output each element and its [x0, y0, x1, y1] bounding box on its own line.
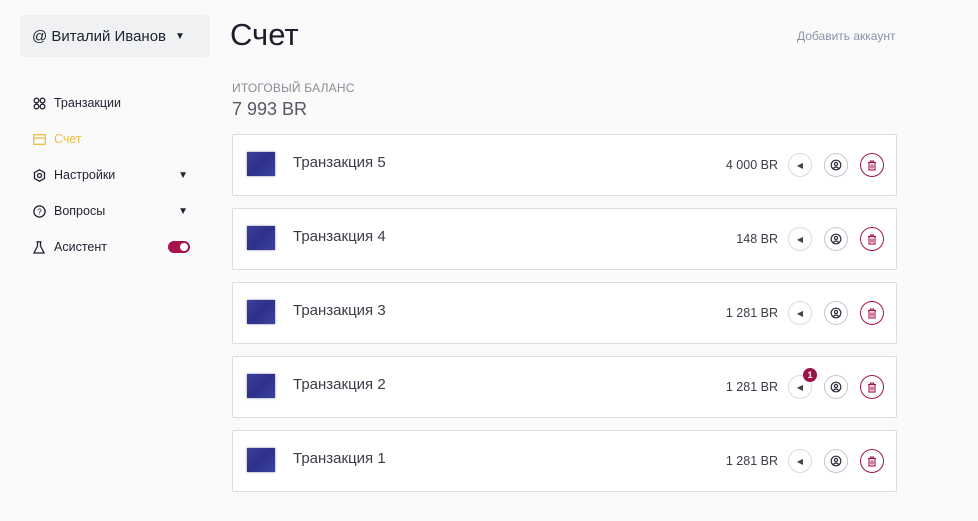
flask-icon — [32, 240, 46, 254]
transaction-row[interactable]: Транзакция 3 1 281 BR ◀ — [232, 282, 897, 344]
trash-icon — [868, 233, 876, 245]
user-name: @ Виталий Иванов — [32, 27, 167, 45]
sidebar-item-settings[interactable]: Настройки ▼ — [20, 157, 210, 193]
chevron-down-icon: ▼ — [178, 169, 188, 181]
trash-icon — [868, 455, 876, 467]
back-button[interactable]: ◀ — [788, 449, 812, 473]
edit-button[interactable] — [824, 301, 848, 325]
user-edit-icon — [830, 233, 842, 245]
transaction-row[interactable]: Транзакция 1 1 281 BR ◀ — [232, 430, 897, 492]
transaction-amount: 148 BR — [736, 232, 778, 246]
page-title: Счет — [230, 17, 299, 52]
add-account-link[interactable]: Добавить аккаунт — [797, 29, 895, 43]
sidebar: @ Виталий Иванов ▼ Транзакции Счет Настр… — [20, 15, 210, 265]
chevron-left-icon: ◀ — [796, 456, 804, 466]
chevron-down-icon: ▼ — [175, 30, 185, 42]
back-button[interactable]: ◀ 1 — [788, 368, 817, 399]
transaction-list: Транзакция 5 4 000 BR ◀ Транзакция 4 148… — [232, 134, 897, 504]
back-button[interactable]: ◀ — [788, 301, 812, 325]
delete-button[interactable] — [860, 375, 884, 399]
transaction-row[interactable]: Транзакция 5 4 000 BR ◀ — [232, 134, 897, 196]
user-edit-icon — [830, 307, 842, 319]
trash-icon — [868, 307, 876, 319]
transaction-row[interactable]: Транзакция 4 148 BR ◀ — [232, 208, 897, 270]
trash-icon — [868, 159, 876, 171]
transaction-amount: 1 281 BR — [725, 380, 778, 394]
sidebar-item-label: Асистент — [54, 240, 107, 254]
delete-button[interactable] — [860, 301, 884, 325]
assistant-toggle[interactable] — [168, 241, 190, 253]
gear-icon — [32, 168, 46, 182]
transaction-name: Транзакция 1 — [293, 450, 386, 467]
delete-button[interactable] — [860, 449, 884, 473]
chevron-left-icon: ◀ — [796, 382, 804, 392]
sidebar-item-account[interactable]: Счет — [20, 121, 210, 157]
delete-button[interactable] — [860, 227, 884, 251]
card-icon — [32, 132, 46, 146]
chevron-left-icon: ◀ — [796, 234, 804, 244]
back-button[interactable]: ◀ — [788, 153, 812, 177]
sidebar-item-label: Настройки — [54, 168, 116, 182]
transaction-name: Транзакция 3 — [293, 302, 386, 319]
main-content: Счет Добавить аккаунт ИТОГОВЫЙ БАЛАНС 7 … — [230, 0, 978, 521]
transaction-row[interactable]: Транзакция 2 1 281 BR ◀ 1 — [232, 356, 897, 418]
sidebar-item-label: Транзакции — [54, 96, 122, 110]
transaction-name: Транзакция 4 — [293, 228, 386, 245]
sidebar-item-transactions[interactable]: Транзакции — [20, 85, 210, 121]
transaction-name: Транзакция 2 — [293, 376, 386, 393]
card-thumbnail — [247, 226, 275, 250]
sidebar-item-assistant[interactable]: Асистент — [20, 229, 210, 265]
card-thumbnail — [247, 300, 275, 324]
chevron-down-icon: ▼ — [178, 205, 188, 217]
chevron-left-icon: ◀ — [796, 308, 804, 318]
sidebar-item-label: Счет — [54, 132, 82, 146]
edit-button[interactable] — [824, 375, 848, 399]
svg-text:?: ? — [37, 207, 42, 216]
user-edit-icon — [830, 159, 842, 171]
transaction-amount: 1 281 BR — [725, 306, 778, 320]
sidebar-item-label: Вопросы — [54, 204, 106, 218]
transaction-name: Транзакция 5 — [293, 154, 386, 171]
sidebar-nav: Транзакции Счет Настройки ▼ ? Вопросы ▼ … — [20, 85, 210, 265]
edit-button[interactable] — [824, 153, 848, 177]
trash-icon — [868, 381, 876, 393]
card-thumbnail — [247, 448, 275, 472]
card-thumbnail — [247, 374, 275, 398]
help-icon: ? — [32, 204, 46, 218]
balance-label: ИТОГОВЫЙ БАЛАНС — [232, 81, 355, 95]
edit-button[interactable] — [824, 449, 848, 473]
chevron-left-icon: ◀ — [796, 160, 804, 170]
delete-button[interactable] — [860, 153, 884, 177]
transaction-amount: 1 281 BR — [725, 454, 778, 468]
user-edit-icon — [830, 381, 842, 393]
user-edit-icon — [830, 455, 842, 467]
edit-button[interactable] — [824, 227, 848, 251]
balance-value: 7 993 BR — [232, 99, 308, 119]
grid-icon — [32, 96, 46, 110]
transaction-amount: 4 000 BR — [725, 158, 778, 172]
user-menu[interactable]: @ Виталий Иванов ▼ — [20, 15, 210, 57]
card-thumbnail — [247, 152, 275, 176]
notification-badge: 1 — [803, 368, 817, 382]
back-button[interactable]: ◀ — [788, 227, 812, 251]
sidebar-item-questions[interactable]: ? Вопросы ▼ — [20, 193, 210, 229]
